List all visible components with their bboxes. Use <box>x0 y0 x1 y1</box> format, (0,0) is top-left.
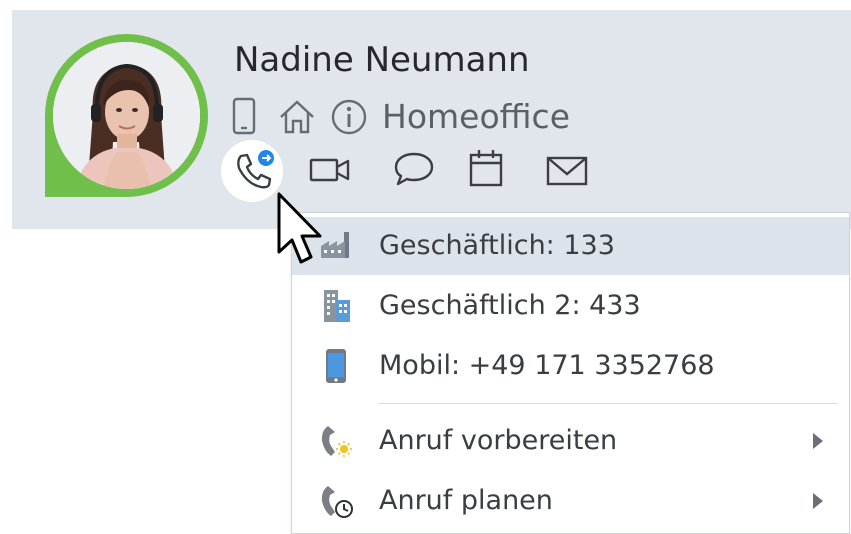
menu-item-mobile-number[interactable]: Mobil: +49 171 3352768 <box>292 337 849 395</box>
video-call-icon[interactable] <box>309 155 351 185</box>
menu-item-label: Geschäftlich: 133 <box>379 230 615 261</box>
avatar-photo <box>53 42 200 189</box>
menu-item-business-number[interactable]: Geschäftlich: 133 <box>292 217 849 275</box>
menu-item-prepare-call[interactable]: Anruf vorbereiten <box>292 412 849 470</box>
office-building-icon <box>324 290 350 322</box>
calendar-icon[interactable] <box>468 148 504 188</box>
menu-item-business-number-2[interactable]: Geschäftlich 2: 433 <box>292 277 849 335</box>
menu-item-label: Anruf vorbereiten <box>379 425 618 456</box>
smartphone-icon <box>326 349 346 383</box>
chevron-right-icon <box>813 433 823 449</box>
email-icon[interactable] <box>546 155 588 187</box>
mouse-pointer-icon <box>277 192 322 264</box>
mobile-device-icon <box>232 97 256 135</box>
menu-item-label: Anruf planen <box>379 485 553 516</box>
call-icon <box>237 150 274 189</box>
menu-item-label: Mobil: +49 171 3352768 <box>379 350 715 381</box>
home-icon <box>280 100 314 134</box>
menu-item-label: Geschäftlich 2: 433 <box>379 290 641 321</box>
person-photo-icon <box>53 42 200 189</box>
info-icon[interactable] <box>330 98 368 136</box>
avatar[interactable] <box>45 34 208 197</box>
presence-status: Homeoffice <box>382 97 570 136</box>
contact-name: Nadine Neumann <box>234 40 530 80</box>
menu-item-schedule-call[interactable]: Anruf planen <box>292 472 849 530</box>
call-number-menu: Geschäftlich: 133 Geschäftlich 2: 433 Mo… <box>291 212 850 534</box>
phone-prepare-icon <box>321 426 352 457</box>
chevron-right-icon <box>813 493 823 509</box>
chat-icon[interactable] <box>392 150 436 188</box>
phone-schedule-icon <box>321 486 353 518</box>
menu-separator <box>379 403 837 404</box>
